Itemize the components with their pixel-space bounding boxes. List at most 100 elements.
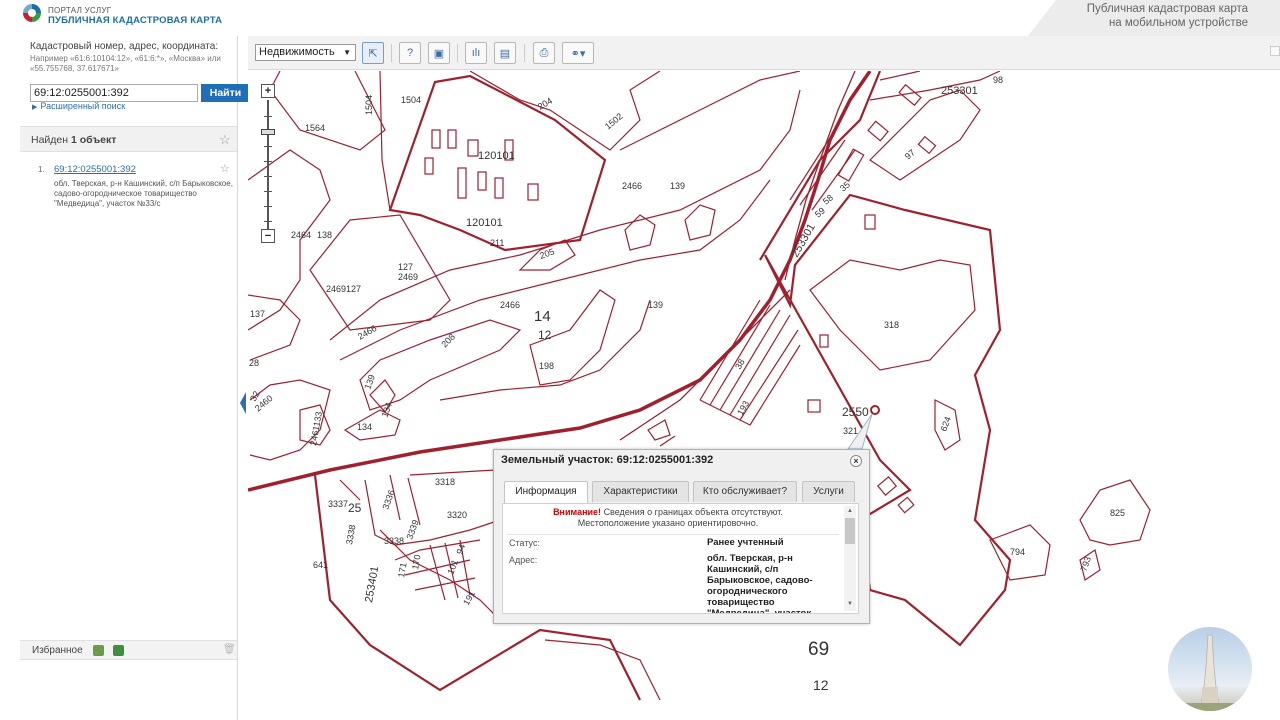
mobile-line-2: на мобильном устройстве <box>1108 17 1248 29</box>
map-label: 3338 <box>344 524 357 545</box>
portal-logo-icon[interactable] <box>22 3 42 23</box>
export-excel-icon[interactable] <box>93 645 104 656</box>
trash-icon[interactable]: 🗑 <box>223 644 236 655</box>
map-label: 253401 <box>363 565 381 603</box>
location-marker-icon[interactable] <box>870 405 880 415</box>
popup-tabs: Информация Характеристики Кто обслуживае… <box>504 481 860 503</box>
advanced-search-link[interactable]: ▶ Расширенный поиск <box>32 101 125 111</box>
toolbar-separator <box>457 44 458 62</box>
map-label: 253301 <box>941 85 978 97</box>
map-label: 2461133 <box>308 411 324 447</box>
info-tool-icon[interactable]: ▣ <box>428 42 450 64</box>
map-label: 28 <box>249 358 259 368</box>
portal-label: ПОРТАЛ УСЛУГ <box>48 6 112 15</box>
mobile-version-link[interactable]: Публичная кадастровая карта на мобильном… <box>1087 2 1248 30</box>
map-label: 191 <box>461 589 477 607</box>
find-button[interactable]: Найти <box>201 84 250 102</box>
tab-who-serves[interactable]: Кто обслуживает? <box>693 481 797 502</box>
tab-information[interactable]: Информация <box>504 481 588 503</box>
map-label: 1502 <box>603 111 625 132</box>
fullscreen-icon[interactable] <box>1270 46 1280 56</box>
map-label: 12 <box>813 677 829 693</box>
parcel-line <box>544 639 661 701</box>
zoom-out-button[interactable]: − <box>261 229 275 243</box>
zoom-tick <box>264 146 272 147</box>
map-label: 204 <box>536 96 554 112</box>
map-label: 1504 <box>364 95 374 115</box>
favorites-bar: Избранное 🗑 <box>20 640 237 660</box>
caret-down-icon: ▼ <box>343 48 351 57</box>
warning-line-2: Местоположение указано ориентировочно. <box>577 518 759 528</box>
scrollbar-thumb[interactable] <box>845 518 855 544</box>
print-icon[interactable]: ⎙ <box>533 42 555 64</box>
map-label: 321 <box>843 426 858 436</box>
address-value: обл. Тверская, р-н Кашинский, с/п Барыко… <box>707 553 813 614</box>
close-icon[interactable]: × <box>850 455 862 467</box>
map-label: 139 <box>670 181 685 191</box>
identify-tool-icon[interactable]: ? <box>399 42 421 64</box>
warning-message: Внимание! Сведения о границах объекта от… <box>503 507 833 529</box>
map-label: 3318 <box>435 477 455 487</box>
map-label: 98 <box>993 75 1003 85</box>
map-label: 2469 <box>398 272 418 282</box>
building <box>447 129 457 149</box>
map-label: 59 <box>813 205 827 219</box>
scroll-up-icon[interactable]: ▲ <box>847 508 853 514</box>
result-description: обл. Тверская, р-н Кашинский, с/п Барыко… <box>54 179 233 208</box>
collapse-sidebar-handle[interactable] <box>240 392 246 414</box>
mobile-line-1: Публичная кадастровая карта <box>1086 3 1248 15</box>
popup-scrollbar[interactable]: ▲ ▼ <box>844 506 856 611</box>
result-cad-link[interactable]: 69:12:0255001:392 <box>54 164 136 175</box>
select-tool-icon[interactable]: ⇱ <box>362 42 384 64</box>
zoom-tick <box>264 191 272 192</box>
map-label: 198 <box>539 361 554 371</box>
map-label: 120101 <box>478 150 515 162</box>
arrow-right-icon: ▶ <box>32 104 38 111</box>
building <box>457 167 467 199</box>
star-icon[interactable]: ☆ <box>219 132 231 148</box>
found-count: 1 объект <box>70 134 117 146</box>
map-label: 624 <box>938 415 953 433</box>
tab-services[interactable]: Услуги <box>802 481 855 502</box>
tab-characteristics[interactable]: Характеристики <box>592 481 689 502</box>
map-label: 2466 <box>356 323 378 342</box>
found-prefix: Найден <box>31 134 69 146</box>
link-icon[interactable]: ⚭▾ <box>562 42 594 64</box>
favorites-label: Избранное <box>32 645 83 656</box>
layers-tool-icon[interactable]: ▤ <box>494 42 516 64</box>
import-excel-icon[interactable] <box>113 645 124 656</box>
zoom-track[interactable] <box>267 100 269 230</box>
building <box>819 334 829 348</box>
result-number: 1. <box>38 165 45 174</box>
parcel-318[interactable] <box>809 259 976 371</box>
building <box>527 183 539 201</box>
map-label: 641 <box>313 560 328 570</box>
star-icon[interactable]: ☆ <box>220 162 230 175</box>
map-label: 69 <box>808 639 829 660</box>
warning-bold: Внимание! <box>553 507 602 517</box>
parcel-info-popup: Земельный участок: 69:12:0255001:392 × И… <box>493 449 870 624</box>
building <box>876 476 898 496</box>
row-divider <box>507 534 839 535</box>
address-label: Адрес: <box>509 555 538 565</box>
zoom-slider-handle[interactable] <box>261 129 275 135</box>
parcel-134[interactable] <box>343 409 401 441</box>
portal-title[interactable]: ПУБЛИЧНАЯ КАДАСТРОВАЯ КАРТА <box>48 15 222 26</box>
search-hint: Кадастровый номер, адрес, координата: <box>30 41 219 52</box>
popup-title: Земельный участок: 69:12:0255001:392 <box>501 454 714 466</box>
parcel-line <box>869 71 1001 101</box>
map-label: 138 <box>317 230 332 240</box>
search-input[interactable] <box>30 84 198 102</box>
map-label: 2550 <box>842 405 869 419</box>
parcel-line <box>409 469 496 476</box>
map-label: 2464 <box>291 230 311 240</box>
building <box>867 120 889 142</box>
parcel-line <box>248 294 301 361</box>
map-label: 3336 <box>380 488 396 510</box>
map-label: 171 <box>396 562 408 579</box>
measure-tool-icon[interactable]: ılı <box>465 42 487 64</box>
layer-select[interactable]: Недвижимость ▼ <box>255 44 356 61</box>
zoom-in-button[interactable]: + <box>261 84 275 98</box>
toolbar-separator <box>524 44 525 62</box>
scroll-down-icon[interactable]: ▼ <box>847 601 853 607</box>
